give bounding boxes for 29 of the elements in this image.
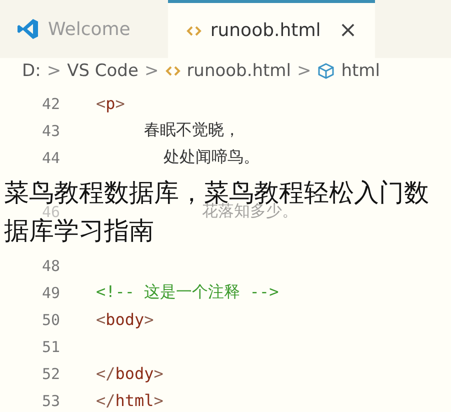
line-number: 52 (40, 364, 61, 382)
line-number: 49 (40, 284, 61, 302)
line-number: 43 (40, 122, 61, 140)
breadcrumb-item[interactable]: html (341, 61, 380, 81)
code-line: </html> (96, 391, 164, 410)
line-number: 51 (40, 338, 61, 356)
code-line: 春眠不觉晓， (144, 120, 240, 141)
code-brackets-icon (186, 24, 202, 38)
cube-icon (317, 62, 336, 80)
editor-tab[interactable]: runoob.html × (168, 0, 376, 58)
code-line: <body> (96, 310, 154, 329)
line-number: 44 (40, 148, 61, 166)
line-number: 50 (40, 310, 61, 328)
close-icon[interactable]: × (338, 18, 358, 43)
breadcrumb-item[interactable]: runoob.html (186, 61, 291, 81)
code-line: 处处闻啼鸟。 (163, 147, 260, 168)
breadcrumb-separator: > (46, 61, 62, 81)
code-line: <p> (96, 94, 125, 113)
code-comment: <!-- 这是一个注释 --> (96, 282, 279, 303)
code-line: </body> (96, 364, 164, 383)
editor-logo-icon (16, 17, 40, 41)
line-number: 42 (40, 94, 61, 112)
breadcrumb-separator: > (144, 61, 159, 81)
breadcrumb-item[interactable]: VS Code (67, 61, 138, 81)
line-number: 48 (40, 256, 61, 274)
line-number: 53 (40, 392, 61, 410)
code-brackets-icon (164, 64, 181, 78)
breadcrumb-separator: > (296, 61, 312, 81)
breadcrumb-item[interactable]: D: (22, 61, 41, 81)
